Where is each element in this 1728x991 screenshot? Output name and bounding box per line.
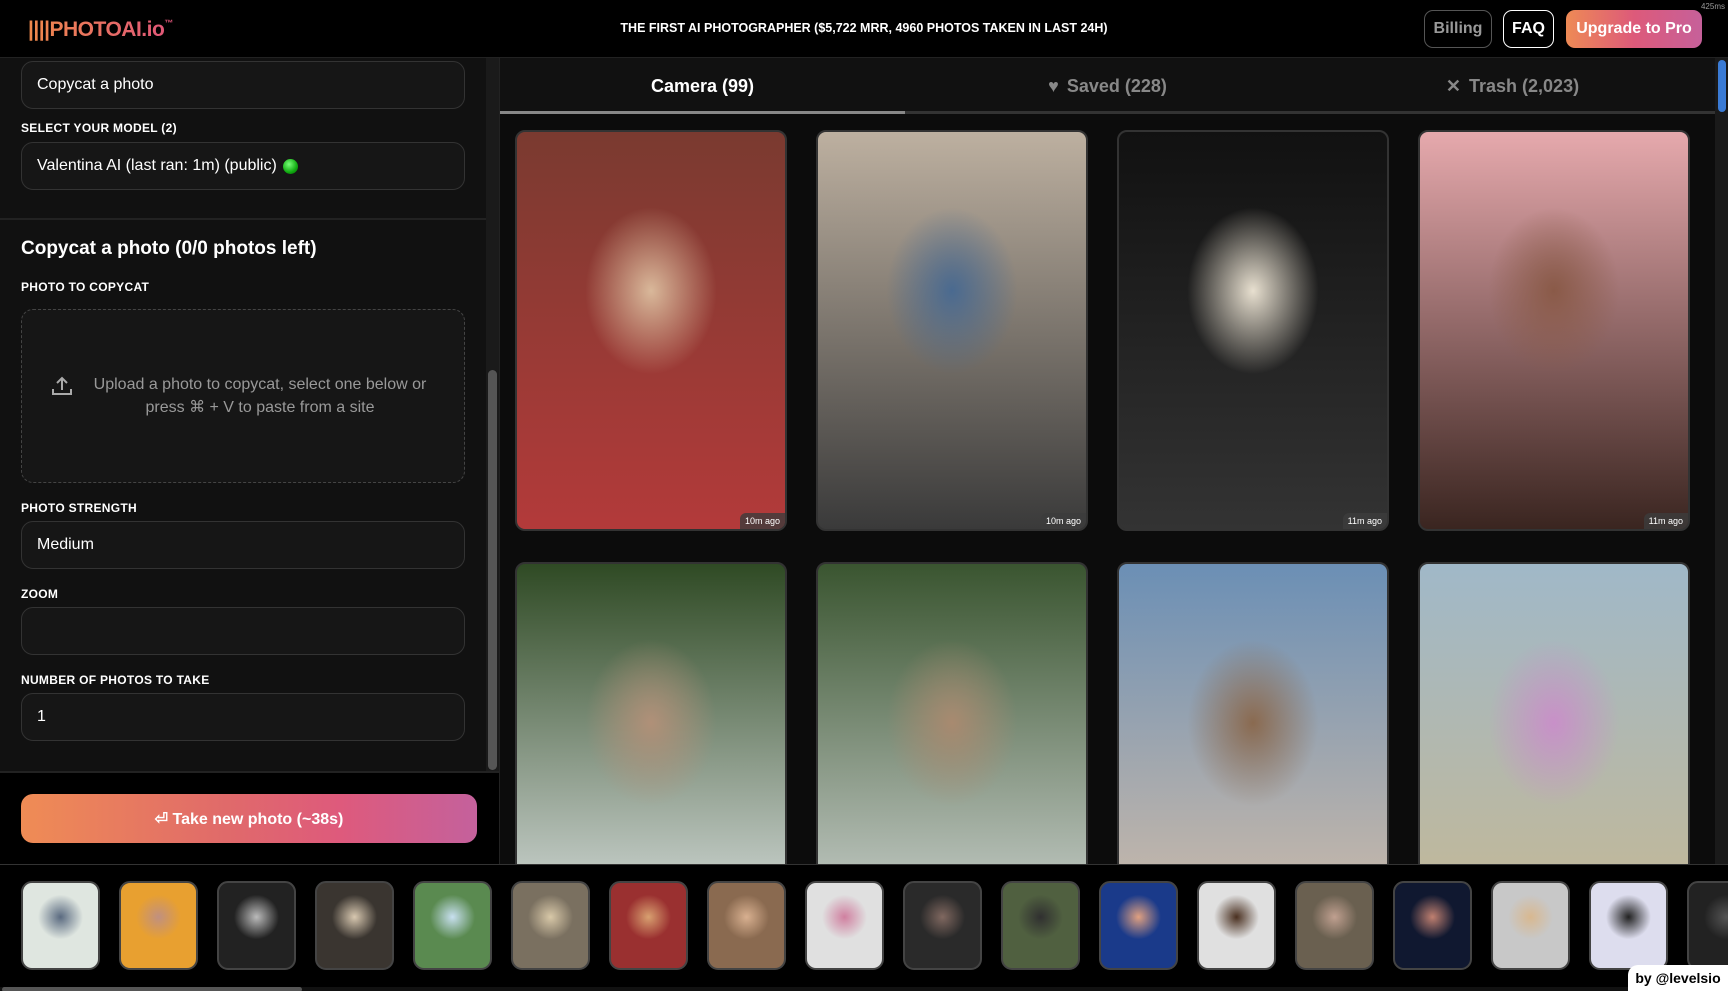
example-thumbnail[interactable] bbox=[1687, 881, 1728, 970]
heart-icon: ♥ bbox=[1048, 75, 1059, 96]
example-thumbnail[interactable] bbox=[413, 881, 492, 970]
strength-label: PHOTO STRENGTH bbox=[21, 501, 137, 515]
x-icon: ✕ bbox=[1445, 75, 1462, 96]
example-thumbnail[interactable] bbox=[1197, 881, 1276, 970]
example-thumbnail[interactable] bbox=[707, 881, 786, 970]
example-thumbnail[interactable] bbox=[609, 881, 688, 970]
example-thumbnail[interactable] bbox=[1099, 881, 1178, 970]
example-thumbnail[interactable] bbox=[903, 881, 982, 970]
photo-form: Copycat a photo SELECT YOUR MODEL (2) Va… bbox=[0, 58, 486, 772]
tab-saved[interactable]: ♥ Saved (228) bbox=[905, 58, 1310, 114]
model-value: Valentina AI (last ran: 1m) (public) bbox=[37, 157, 277, 174]
example-thumbnail[interactable] bbox=[315, 881, 394, 970]
status-dot-icon bbox=[282, 158, 298, 174]
photo-card[interactable] bbox=[816, 562, 1088, 864]
divider bbox=[0, 218, 486, 220]
upload-text: Upload a photo to copycat, select one be… bbox=[93, 376, 427, 416]
photo-age: 10m ago bbox=[739, 513, 785, 529]
photo-card[interactable]: 11m ago bbox=[1117, 130, 1389, 531]
zoom-label: ZOOM bbox=[21, 587, 59, 601]
strength-select[interactable]: Medium bbox=[21, 521, 465, 569]
example-thumbnail[interactable] bbox=[1295, 881, 1374, 970]
tab-bar: Camera (99) ♥ Saved (228) ✕ Trash (2,023) bbox=[500, 58, 1715, 114]
logo[interactable]: ||||PHOTOAI.io™ bbox=[28, 18, 173, 42]
example-photos-strip: by @levelsio bbox=[0, 864, 1728, 991]
divider bbox=[0, 771, 500, 773]
billing-button[interactable]: Billing bbox=[1424, 10, 1492, 48]
upload-icon bbox=[52, 376, 72, 395]
strip-scrollbar[interactable] bbox=[0, 987, 1728, 991]
author-badge[interactable]: by @levelsio bbox=[1628, 965, 1728, 991]
sidebar-scrollbar[interactable] bbox=[486, 58, 499, 772]
example-thumbnail[interactable] bbox=[217, 881, 296, 970]
faq-button[interactable]: FAQ bbox=[1503, 10, 1554, 48]
model-select[interactable]: Valentina AI (last ran: 1m) (public) bbox=[21, 142, 465, 190]
gallery: Camera (99) ♥ Saved (228) ✕ Trash (2,023) … bbox=[500, 58, 1728, 864]
model-label: SELECT YOUR MODEL (2) bbox=[21, 121, 177, 135]
upgrade-button[interactable]: Upgrade to Pro bbox=[1566, 10, 1702, 48]
count-label: NUMBER OF PHOTOS TO TAKE bbox=[21, 673, 210, 687]
active-tab-indicator bbox=[500, 111, 905, 114]
example-thumbnail[interactable] bbox=[1589, 881, 1668, 970]
example-thumbnail[interactable] bbox=[805, 881, 884, 970]
example-thumbnail[interactable] bbox=[1393, 881, 1472, 970]
example-thumbnail[interactable] bbox=[21, 881, 100, 970]
photo-card[interactable] bbox=[1117, 562, 1389, 864]
render-time: 425ms bbox=[1700, 2, 1725, 11]
section-title: Copycat a photo (0/0 photos left) bbox=[21, 238, 317, 259]
upload-dropzone[interactable]: Upload a photo to copycat, select one be… bbox=[21, 309, 465, 483]
example-thumbnail[interactable] bbox=[1001, 881, 1080, 970]
example-thumbnail[interactable] bbox=[119, 881, 198, 970]
photo-age: 10m ago bbox=[1040, 513, 1086, 529]
photo-age: 11m ago bbox=[1342, 513, 1387, 529]
photo-card[interactable]: 10m ago bbox=[816, 130, 1088, 531]
mode-select[interactable]: Copycat a photo bbox=[21, 61, 465, 109]
example-thumbnail[interactable] bbox=[511, 881, 590, 970]
photo-card[interactable] bbox=[1418, 562, 1690, 864]
photo-card[interactable]: 10m ago bbox=[515, 130, 787, 531]
photo-card[interactable]: 11m ago bbox=[1418, 130, 1690, 531]
example-thumbnail[interactable] bbox=[1491, 881, 1570, 970]
tab-trash[interactable]: ✕ Trash (2,023) bbox=[1310, 58, 1715, 114]
tab-camera[interactable]: Camera (99) bbox=[500, 58, 905, 114]
count-input[interactable]: 1 bbox=[21, 693, 465, 741]
sidebar: Copycat a photo SELECT YOUR MODEL (2) Va… bbox=[0, 58, 500, 864]
zoom-select[interactable] bbox=[21, 607, 465, 655]
photo-label: PHOTO TO COPYCAT bbox=[21, 280, 150, 294]
take-photo-button[interactable]: ⏎ Take new photo (~38s) bbox=[21, 794, 477, 843]
gallery-scrollbar[interactable] bbox=[1715, 58, 1728, 864]
top-bar: ||||PHOTOAI.io™ THE FIRST AI PHOTOGRAPHE… bbox=[0, 0, 1728, 58]
photo-card[interactable] bbox=[515, 562, 787, 864]
photo-age: 11m ago bbox=[1643, 513, 1688, 529]
